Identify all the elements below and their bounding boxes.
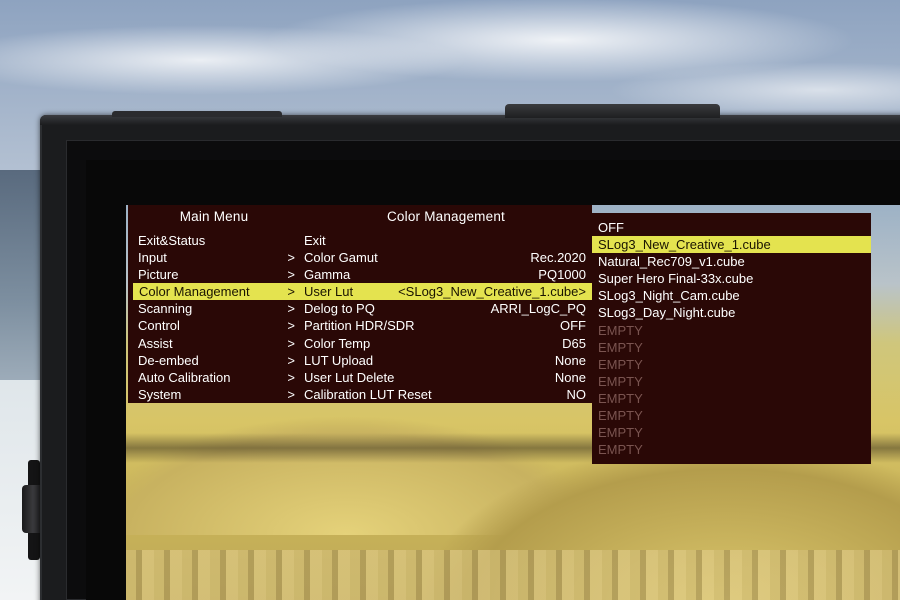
- main-menu-item-exit-status[interactable]: Exit&Status: [128, 232, 300, 249]
- main-menu-panel: Main Menu Exit&Status Input > Picture > Color…: [128, 205, 300, 403]
- main-menu-title: Main Menu: [179, 209, 249, 224]
- color-item-label: User Lut Delete: [304, 369, 395, 385]
- lut-option-empty[interactable]: EMPTY: [592, 424, 871, 441]
- color-item-user-lut[interactable]: User Lut <SLog3_New_Creative_1.cube>: [300, 283, 592, 301]
- main-menu-list: Exit&Status Input > Picture > Color Managemen…: [128, 229, 300, 403]
- color-item-label: User Lut: [304, 284, 354, 300]
- submenu-arrow-icon: >: [287, 318, 295, 334]
- bezel-top-tab-small: [112, 111, 282, 117]
- lut-option-empty[interactable]: EMPTY: [592, 373, 871, 390]
- color-item-label: Calibration LUT Reset: [304, 386, 432, 402]
- submenu-arrow-icon: >: [287, 352, 295, 368]
- color-item-value: <SLog3_New_Creative_1.cube>: [398, 284, 586, 300]
- user-lut-dropdown: OFF SLog3_New_Creative_1.cube Natural_Rec7…: [592, 213, 871, 464]
- color-item-label: Color Temp: [304, 335, 371, 351]
- submenu-arrow-icon: >: [287, 369, 295, 385]
- main-menu-item-label: Control: [138, 318, 180, 334]
- submenu-arrow-icon: >: [287, 284, 295, 300]
- main-menu-item-label: De-embed: [138, 352, 199, 368]
- submenu-arrow-icon: >: [287, 301, 295, 317]
- color-item-label: Delog to PQ: [304, 301, 375, 317]
- main-menu-item-label: Assist: [138, 335, 173, 351]
- main-menu-item-input[interactable]: Input >: [128, 249, 300, 266]
- lut-option-empty[interactable]: EMPTY: [592, 407, 871, 424]
- color-item-value: None: [554, 369, 586, 385]
- color-item-delog-to-pq[interactable]: Delog to PQ ARRI_LogC_PQ: [300, 300, 592, 317]
- bezel-top-tab: [505, 104, 720, 118]
- main-menu-item-label: Scanning: [138, 301, 193, 317]
- main-menu-item-label: Auto Calibration: [138, 369, 231, 385]
- main-menu-item-auto-calibration[interactable]: Auto Calibration >: [128, 369, 300, 386]
- color-management-list: Exit Color Gamut Rec.2020 Gamma PQ1000 User L…: [300, 229, 592, 403]
- submenu-arrow-icon: >: [287, 250, 295, 266]
- lut-option-empty[interactable]: EMPTY: [592, 339, 871, 356]
- color-item-label: Partition HDR/SDR: [304, 318, 415, 334]
- color-management-title: Color Management: [386, 209, 505, 224]
- main-menu-item-picture[interactable]: Picture >: [128, 266, 300, 283]
- color-item-label: LUT Upload: [304, 352, 374, 368]
- lut-option-super-hero-final-33x-cube[interactable]: Super Hero Final-33x.cube: [592, 270, 871, 287]
- lut-option-off[interactable]: OFF: [592, 219, 871, 236]
- color-item-value: ARRI_LogC_PQ: [490, 301, 586, 317]
- lut-option-empty[interactable]: EMPTY: [592, 322, 871, 339]
- lut-option-slog3-night-cam-cube[interactable]: SLog3_Night_Cam.cube: [592, 287, 871, 304]
- landscape-trees: [126, 550, 900, 600]
- color-item-label: Color Gamut: [304, 250, 378, 266]
- lut-option-empty[interactable]: EMPTY: [592, 356, 871, 373]
- color-item-label: Gamma: [304, 267, 351, 283]
- main-menu-item-label: Picture: [138, 267, 179, 283]
- main-menu-item-label: System: [138, 386, 182, 402]
- main-menu-item-label: Color Management: [139, 284, 250, 300]
- main-menu-item-scanning[interactable]: Scanning >: [128, 300, 300, 317]
- submenu-arrow-icon: >: [287, 267, 295, 283]
- submenu-arrow-icon: >: [287, 386, 295, 402]
- lut-option-empty[interactable]: EMPTY: [592, 441, 871, 458]
- submenu-arrow-icon: >: [287, 335, 295, 351]
- color-item-exit[interactable]: Exit: [300, 232, 592, 249]
- color-item-user-lut-delete[interactable]: User Lut Delete None: [300, 369, 592, 386]
- color-item-value: Rec.2020: [530, 250, 586, 266]
- color-item-lut-upload[interactable]: LUT Upload None: [300, 352, 592, 369]
- main-menu-item-label: Input: [138, 250, 167, 266]
- main-menu-item-de-embed[interactable]: De-embed >: [128, 352, 300, 369]
- color-item-gamma[interactable]: Gamma PQ1000: [300, 266, 592, 283]
- main-menu-item-assist[interactable]: Assist >: [128, 335, 300, 352]
- color-item-value: PQ1000: [538, 267, 586, 283]
- main-menu-item-label: Exit&Status: [138, 233, 206, 248]
- color-item-label: Exit: [304, 233, 326, 248]
- color-item-calibration-lut-reset[interactable]: Calibration LUT Reset NO: [300, 386, 592, 403]
- color-item-partition-hdr-sdr[interactable]: Partition HDR/SDR OFF: [300, 317, 592, 334]
- color-item-value: OFF: [560, 318, 586, 334]
- main-menu-item-control[interactable]: Control >: [128, 317, 300, 334]
- lut-option-slog3-day-night-cube[interactable]: SLog3_Day_Night.cube: [592, 304, 871, 321]
- color-item-value: NO: [566, 386, 587, 402]
- color-item-value: D65: [562, 335, 586, 351]
- color-item-color-gamut[interactable]: Color Gamut Rec.2020: [300, 249, 592, 266]
- lut-option-natural-rec709-v1-cube[interactable]: Natural_Rec709_v1.cube: [592, 253, 871, 270]
- color-item-color-temp[interactable]: Color Temp D65: [300, 335, 592, 352]
- lut-option-empty[interactable]: EMPTY: [592, 390, 871, 407]
- main-menu-item-system[interactable]: System >: [128, 386, 300, 403]
- color-item-value: None: [554, 352, 586, 368]
- color-management-panel: Color Management Exit Color Gamut Rec.2020…: [300, 205, 592, 403]
- main-menu-item-color-management[interactable]: Color Management >: [133, 283, 300, 301]
- lut-option-slog3-new-creative-1-cube[interactable]: SLog3_New_Creative_1.cube: [592, 236, 871, 254]
